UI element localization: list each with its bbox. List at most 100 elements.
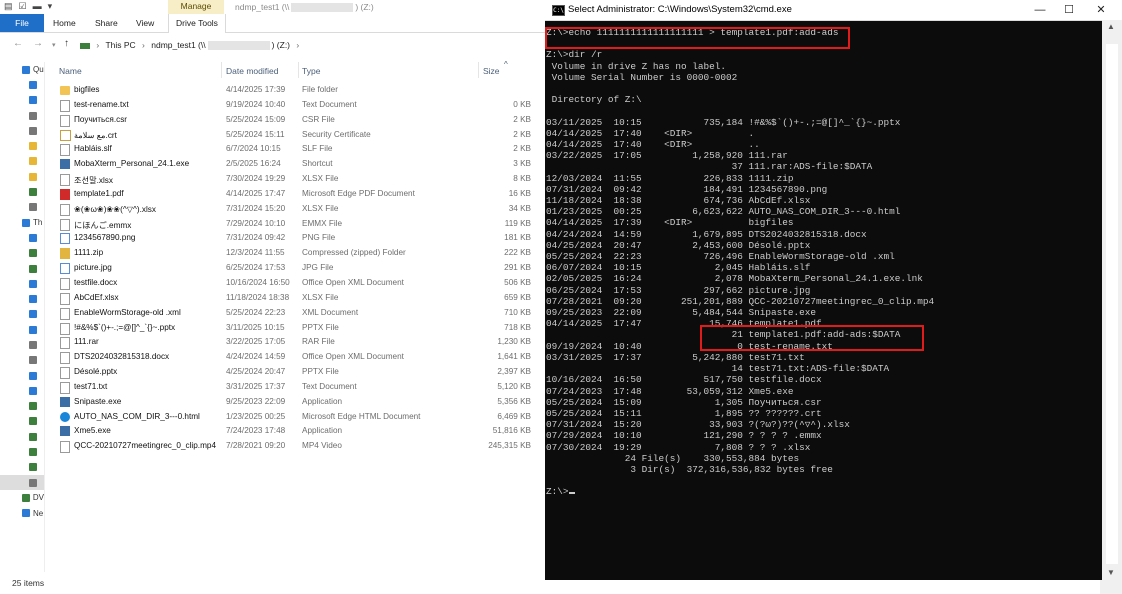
up-arrow-icon[interactable]: ↑ [64, 38, 69, 49]
table-row[interactable]: にほんご.emmx 7/29/2024 10:10 EMMX File 119 KB [55, 217, 545, 232]
table-row[interactable]: Поучиться.csr 5/25/2024 15:09 CSR File 2 KB [55, 113, 545, 128]
nav-pane-item[interactable] [0, 77, 44, 92]
file-date: 7/30/2024 19:29 [226, 174, 286, 184]
breadcrumb-drive-suffix[interactable]: ) (Z:) [272, 40, 290, 50]
table-row[interactable]: DTS2024032815318.docx 4/24/2024 14:59 Offi… [55, 350, 545, 365]
column-divider[interactable] [221, 62, 222, 78]
nav-pane-item[interactable] [0, 276, 44, 291]
file-type: Compressed (zipped) Folder [302, 248, 406, 258]
navigation-pane: Qu Th DV Ne [0, 62, 45, 572]
table-row[interactable]: AUTO_NAS_COM_DIR_3---0.html 1/23/2025 00:… [55, 410, 545, 425]
table-row[interactable]: EnableWormStorage-old .xml 5/25/2024 22:2… [55, 306, 545, 321]
forward-arrow-icon[interactable]: → [33, 38, 43, 49]
table-row[interactable]: Habláis.slf 6/7/2024 10:15 SLF File 2 KB [55, 142, 545, 157]
table-row[interactable]: 조선말.xlsx 7/30/2024 19:29 XLSX File 8 KB [55, 172, 545, 187]
recent-chevron-icon[interactable]: ▾ [52, 41, 56, 49]
nav-pane-item[interactable] [0, 368, 44, 383]
column-header-type[interactable]: Type [302, 66, 320, 76]
file-date: 5/25/2024 15:09 [226, 114, 286, 124]
maximize-button[interactable]: ☐ [1060, 2, 1078, 18]
scroll-down-arrow-icon[interactable]: ▼ [1107, 568, 1115, 577]
table-row[interactable]: مع سلامة.crt 5/25/2024 15:11 Security Cert… [55, 128, 545, 143]
scroll-up-arrow-icon[interactable]: ▲ [1107, 22, 1115, 31]
nav-pane-item[interactable]: Th [0, 215, 44, 230]
nav-pane-item[interactable] [0, 169, 44, 184]
column-divider[interactable] [298, 62, 299, 78]
nav-pane-item[interactable] [0, 291, 44, 306]
tab-view[interactable]: View [136, 14, 154, 32]
file-name: 111.rar [74, 337, 99, 347]
resize-grip[interactable] [1100, 580, 1122, 594]
nav-pane-item[interactable] [0, 399, 44, 414]
folder-icon[interactable]: ▬ [33, 1, 42, 12]
nav-pane-item[interactable] [0, 383, 44, 398]
nav-pane-item[interactable] [0, 261, 44, 276]
table-row[interactable]: QCC-20210727meetingrec_0_clip.mp4 7/28/20… [55, 439, 545, 454]
table-row[interactable]: 111.rar 3/22/2025 17:05 RAR File 1,230 KB [55, 335, 545, 350]
vertical-scrollbar[interactable]: ▲ ▼ [1102, 20, 1122, 580]
nav-pane-item[interactable] [0, 444, 44, 459]
breadcrumb-drive-prefix[interactable]: ndmp_test1 (\\ [151, 40, 205, 50]
nav-pane-item[interactable] [0, 414, 44, 429]
nav-pane-item[interactable] [0, 154, 44, 169]
breadcrumb-this-pc[interactable]: This PC [105, 40, 135, 50]
table-row[interactable]: 1234567890.png 7/31/2024 09:42 PNG File 181… [55, 231, 545, 246]
nav-pane-item[interactable] [0, 353, 44, 368]
save-icon[interactable]: ▤ [4, 1, 13, 12]
table-row[interactable]: Xme5.exe 7/24/2023 17:48 Application 51,816… [55, 424, 545, 439]
column-header-date[interactable]: Date modified [226, 66, 278, 76]
nav-pane-item[interactable] [0, 322, 44, 337]
nav-pane-item[interactable] [0, 475, 44, 491]
checkbox-icon[interactable]: ☑ [19, 1, 27, 12]
breadcrumb[interactable]: › This PC › ndmp_test1 (\\) (Z:) › [80, 37, 303, 53]
table-row[interactable]: picture.jpg 6/25/2024 17:53 JPG File 291 KB [55, 261, 545, 276]
table-row[interactable]: !#&%$`()+-.;=@[]^_`{}~.pptx 3/11/2025 10:… [55, 321, 545, 336]
tab-drive-tools[interactable]: Drive Tools [168, 14, 226, 33]
doc-file-icon [60, 322, 70, 335]
nav-pane-item[interactable] [0, 123, 44, 138]
table-row[interactable]: ❀(❀ω❀)❀❀(^▽^).xlsx 7/31/2024 15:20 XLSX Fi… [55, 202, 545, 217]
table-row[interactable]: test-rename.txt 9/19/2024 10:40 Text Docum… [55, 98, 545, 113]
table-row[interactable]: test71.txt 3/31/2025 17:37 Text Document 5,… [55, 380, 545, 395]
table-row[interactable]: Désolé.pptx 4/25/2024 20:47 PPTX File 2,397… [55, 365, 545, 380]
file-type: CSR File [302, 114, 335, 124]
back-arrow-icon[interactable]: ← [13, 38, 23, 49]
column-header-name[interactable]: Name [59, 66, 82, 76]
table-row[interactable]: MobaXterm_Personal_24.1.exe 2/5/2025 16:2… [55, 157, 545, 172]
column-divider[interactable] [478, 62, 479, 78]
nav-pane-item[interactable] [0, 230, 44, 245]
tab-home[interactable]: Home [53, 14, 76, 32]
nav-pane-item[interactable] [0, 108, 44, 123]
table-row[interactable]: AbCdEf.xlsx 11/18/2024 18:38 XLSX File 659 … [55, 291, 545, 306]
nav-pane-item[interactable]: Ne [0, 506, 44, 521]
table-row[interactable]: testfile.docx 10/16/2024 16:50 Office Open… [55, 276, 545, 291]
redacted-server-name [207, 41, 270, 51]
chevron-down-icon[interactable]: ▾ [48, 1, 53, 12]
nav-pane-item[interactable] [0, 200, 44, 215]
file-name: AbCdEf.xlsx [74, 292, 119, 302]
manage-contextual-tab[interactable]: Manage [168, 0, 224, 14]
nav-pane-item[interactable] [0, 246, 44, 261]
table-row[interactable]: bigfiles 4/14/2025 17:39 File folder [55, 83, 545, 98]
nav-pane-item[interactable] [0, 429, 44, 444]
table-row[interactable]: 1111.zip 12/3/2024 11:55 Compressed (zippe… [55, 246, 545, 261]
nav-pane-item[interactable] [0, 93, 44, 108]
minimize-button[interactable]: — [1031, 2, 1049, 18]
nav-pane-item[interactable] [0, 460, 44, 475]
scrollbar-thumb[interactable] [1106, 44, 1118, 564]
tab-file[interactable]: File [0, 14, 44, 32]
nav-pane-item[interactable]: Qu [0, 62, 44, 77]
file-size: 710 KB [504, 307, 531, 317]
nav-pane-item[interactable] [0, 138, 44, 153]
table-row[interactable]: Snipaste.exe 9/25/2023 22:09 Application 5,… [55, 395, 545, 410]
nav-pane-item[interactable] [0, 307, 44, 322]
tab-share[interactable]: Share [95, 14, 118, 32]
file-date: 7/31/2024 15:20 [226, 203, 286, 213]
column-header-size[interactable]: Size [483, 66, 500, 76]
nav-pane-item[interactable] [0, 184, 44, 199]
nav-pane-item[interactable] [0, 337, 44, 352]
console-output[interactable]: Z:\>echo 1111111111111111111 > template1… [545, 27, 1102, 580]
close-button[interactable]: ✕ [1092, 2, 1110, 18]
nav-pane-item[interactable]: DV [0, 490, 44, 505]
table-row[interactable]: template1.pdf 4/14/2025 17:47 Microsoft Ed… [55, 187, 545, 202]
